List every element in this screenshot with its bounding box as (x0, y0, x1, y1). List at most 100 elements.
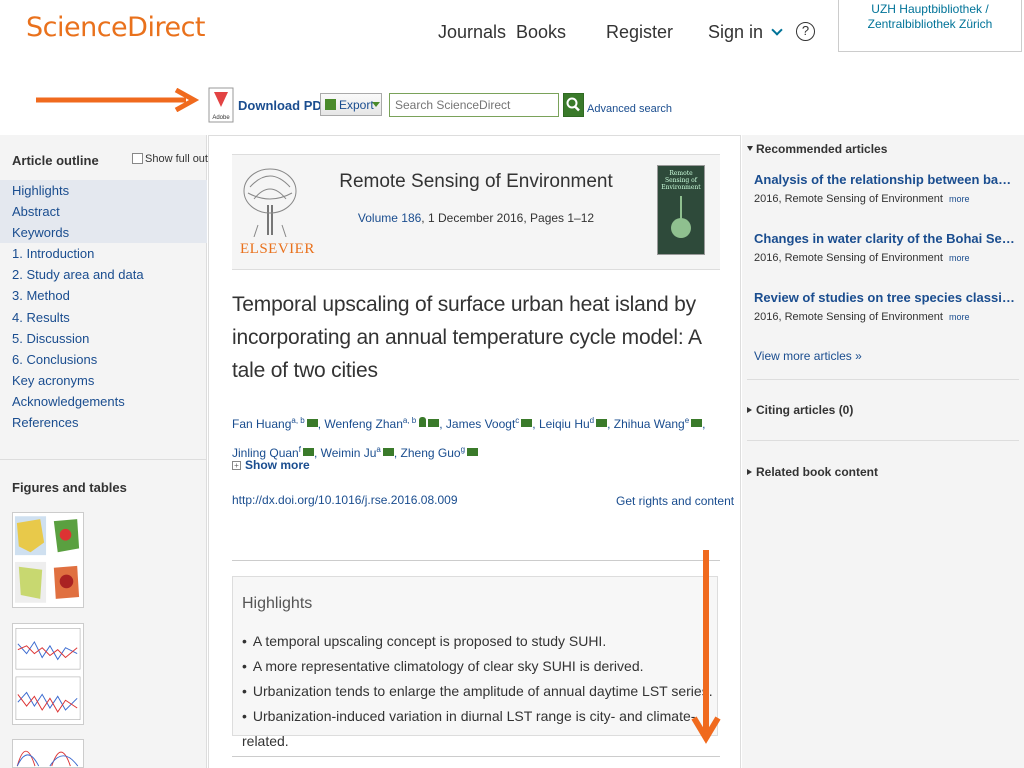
recommended-article-meta: 2016, Remote Sensing of Environment more (754, 252, 970, 264)
search-input[interactable] (389, 93, 559, 117)
outline-item-acknowledgements[interactable]: Acknowledgements (0, 391, 207, 412)
outline-item-introduction[interactable]: 1. Introduction (0, 243, 207, 264)
journal-cover-image[interactable]: Remote Sensing of Environment (657, 165, 705, 255)
journal-volume: Volume 186, 1 December 2016, Pages 1–12 (232, 211, 720, 225)
figure-thumbnail-line-chart[interactable] (12, 623, 84, 725)
recommended-article-link[interactable]: Review of studies on tree species classi… (754, 290, 1016, 305)
author-link[interactable]: Wenfeng Zhana, b (324, 416, 416, 431)
outline-item-key-acronyms[interactable]: Key acronyms (0, 370, 207, 391)
highlight-item: A more representative climatology of cle… (242, 654, 717, 679)
corresponding-author-icon[interactable] (419, 417, 427, 427)
view-more-articles-link[interactable]: View more articles » (754, 349, 862, 363)
rights-link[interactable]: Get rights and content (616, 494, 734, 508)
nav-register[interactable]: Register (606, 22, 673, 43)
nav-journals[interactable]: Journals (438, 22, 506, 43)
search-button[interactable] (563, 93, 584, 117)
doi-link[interactable]: http://dx.doi.org/10.1016/j.rse.2016.08.… (232, 493, 458, 507)
plus-icon: + (232, 461, 241, 470)
elsevier-wordmark: ELSEVIER (240, 241, 315, 257)
related-book-content-toggle[interactable]: Related book content (747, 465, 878, 479)
article-outline-panel: Article outline Show full outline Highli… (0, 135, 225, 768)
help-icon[interactable]: ? (796, 22, 815, 41)
show-more-label: Show more (245, 458, 310, 472)
recommended-article: Review of studies on tree species classi… (754, 290, 1016, 323)
author-link[interactable]: James Voogtc (446, 416, 519, 431)
outline-list: Highlights Abstract Keywords 1. Introduc… (0, 180, 207, 433)
show-more-toggle[interactable]: + Show more (232, 458, 310, 472)
outline-item-keywords[interactable]: Keywords (0, 222, 207, 244)
checkbox[interactable] (132, 153, 143, 164)
triangle-right-icon (747, 407, 752, 413)
email-icon[interactable] (596, 419, 608, 427)
highlights-list: A temporal upscaling concept is proposed… (242, 629, 717, 754)
pdf-icon-text: Adobe (212, 115, 230, 121)
more-link[interactable]: more (949, 194, 970, 204)
pdf-icon[interactable]: Adobe (208, 87, 234, 123)
email-icon[interactable] (428, 419, 440, 427)
cover-graphic (680, 196, 682, 220)
highlights-title: Highlights (242, 595, 313, 612)
outline-item-discussion[interactable]: 5. Discussion (0, 328, 207, 349)
export-button[interactable]: Export (320, 93, 382, 116)
author-link[interactable]: Leiqiu Hud (539, 416, 594, 431)
nav-sign-in[interactable]: Sign in (708, 22, 783, 43)
outline-item-abstract[interactable]: Abstract (0, 201, 207, 223)
nav-books[interactable]: Books (516, 22, 566, 43)
highlight-item: Urbanization-induced variation in diurna… (242, 704, 717, 754)
outline-item-study-area[interactable]: 2. Study area and data (0, 264, 207, 285)
recommended-title: Recommended articles (756, 142, 888, 156)
email-icon[interactable] (467, 448, 479, 456)
caret-down-icon (372, 102, 380, 107)
related-label: Related book content (756, 465, 879, 479)
divider (747, 440, 1019, 441)
email-icon[interactable] (306, 419, 318, 427)
author-link[interactable]: Zhihua Wange (614, 416, 689, 431)
citing-articles-toggle[interactable]: Citing articles (0) (747, 403, 853, 417)
cover-graphic (671, 218, 691, 238)
recommended-article: Analysis of the relationship between bac… (754, 172, 1016, 205)
journal-header: ELSEVIER Remote Sensing of Environment V… (232, 154, 720, 270)
figure-thumbnail-curves[interactable] (12, 739, 84, 768)
top-header: ScienceDirect Journals Books Register Si… (0, 0, 1024, 68)
outline-item-method[interactable]: 3. Method (0, 285, 207, 306)
search-icon (566, 97, 580, 112)
more-link[interactable]: more (949, 312, 970, 322)
email-icon[interactable] (691, 419, 703, 427)
advanced-search-link[interactable]: Advanced search (587, 103, 672, 115)
email-icon[interactable] (382, 448, 394, 456)
export-label: Export (339, 98, 374, 112)
triangle-down-icon (747, 146, 753, 151)
highlights-box: Highlights A temporal upscaling concept … (232, 576, 718, 749)
download-pdf-link[interactable]: Download PDF (238, 98, 330, 113)
volume-details: , 1 December 2016, Pages 1–12 (421, 211, 595, 225)
recommended-article-meta: 2016, Remote Sensing of Environment more (754, 311, 970, 323)
recommended-article-meta: 2016, Remote Sensing of Environment more (754, 193, 970, 205)
institution-box[interactable]: UZH Hauptbibliothek / Zentralbibliothek … (838, 0, 1022, 52)
email-icon[interactable] (521, 419, 533, 427)
recommended-article-link[interactable]: Changes in water clarity of the Bohai Se… (754, 231, 1016, 246)
export-icon (325, 99, 336, 110)
more-link[interactable]: more (949, 253, 970, 263)
author-link[interactable]: Weimin Jua (321, 445, 381, 460)
recommended-article-link[interactable]: Analysis of the relationship between bac… (754, 172, 1016, 187)
sign-in-label: Sign in (708, 22, 764, 42)
highlight-item: A temporal upscaling concept is proposed… (242, 629, 717, 654)
journal-title[interactable]: Remote Sensing of Environment (232, 171, 720, 193)
author-link[interactable]: Fan Huanga, b (232, 416, 305, 431)
recommended-articles-toggle[interactable]: Recommended articles (747, 142, 887, 156)
email-icon[interactable] (302, 448, 314, 456)
divider (232, 756, 720, 757)
citing-label: Citing articles (0) (756, 403, 854, 417)
outline-item-highlights[interactable]: Highlights (0, 180, 207, 202)
outline-item-conclusions[interactable]: 6. Conclusions (0, 349, 207, 370)
outline-title: Article outline (12, 153, 99, 168)
figure-thumbnail-map[interactable] (12, 512, 84, 608)
cover-title: Remote Sensing of Environment (661, 170, 701, 191)
outline-item-results[interactable]: 4. Results (0, 307, 207, 328)
author-link[interactable]: Zheng Guog (401, 445, 466, 460)
chevron-down-icon (771, 24, 783, 36)
volume-link[interactable]: Volume 186 (358, 211, 421, 225)
sciencedirect-logo[interactable]: ScienceDirect (26, 12, 206, 43)
outline-item-references[interactable]: References (0, 412, 207, 433)
article-content: ELSEVIER Remote Sensing of Environment V… (208, 135, 741, 768)
